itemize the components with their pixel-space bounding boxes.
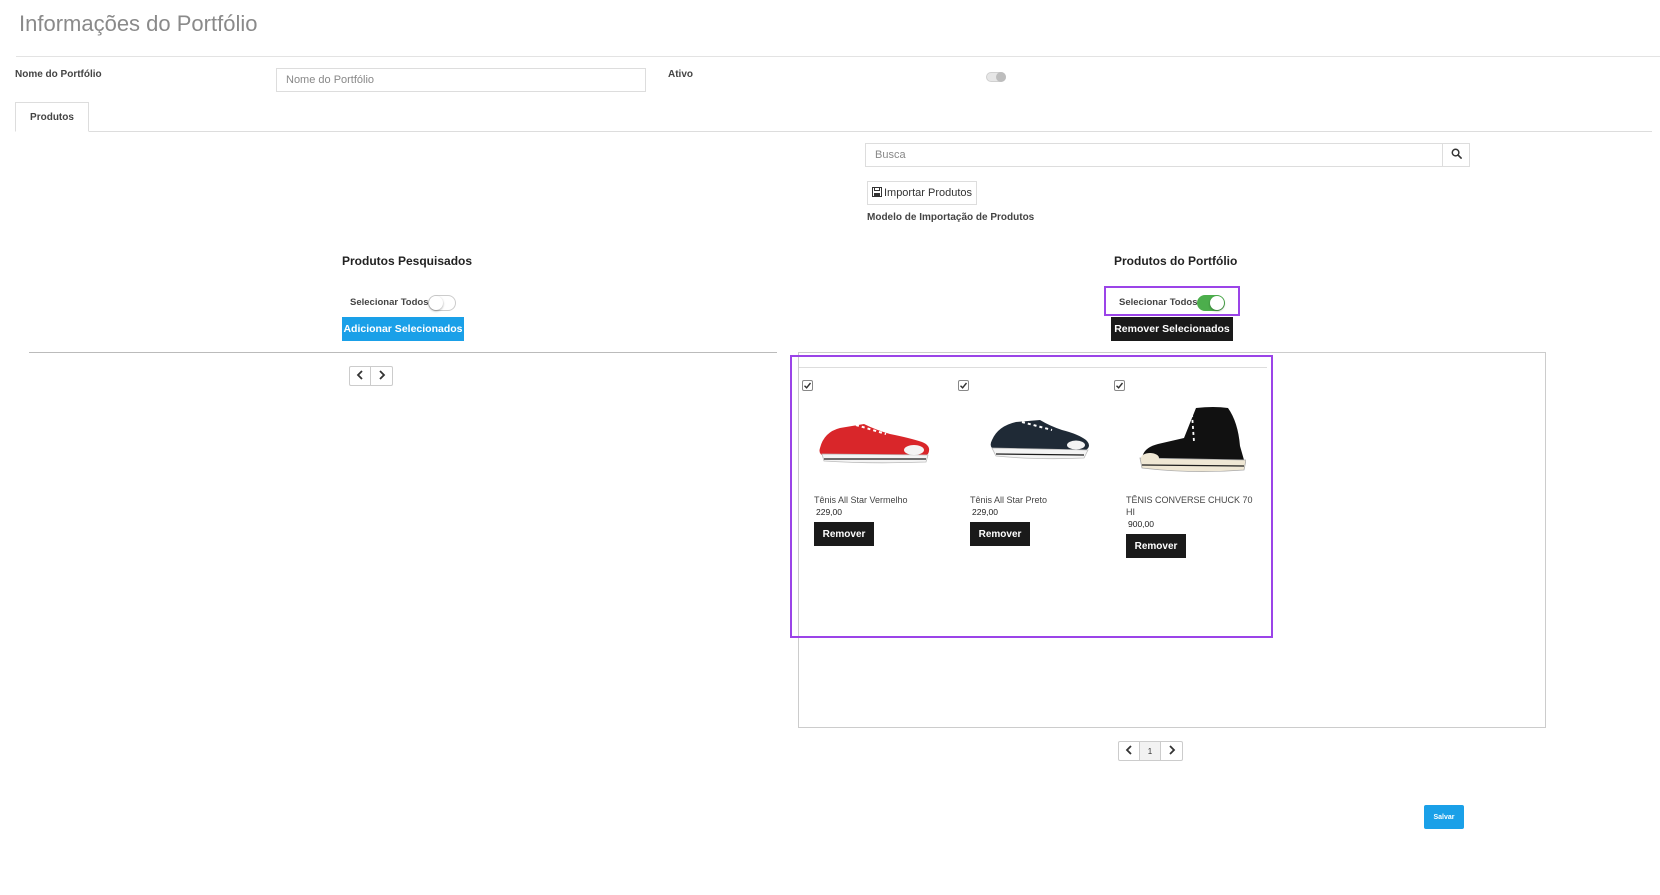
tab-produtos[interactable]: Produtos (15, 102, 89, 132)
prev-page-button[interactable] (1119, 742, 1140, 760)
products-grid-highlight (790, 355, 1273, 638)
toggle-knob (996, 72, 1006, 82)
prev-page-button[interactable] (350, 367, 371, 385)
chevron-left-icon (1125, 745, 1133, 757)
chevron-right-icon (378, 370, 386, 382)
portfolio-select-all-label: Selecionar Todos (1119, 297, 1198, 308)
portfolio-pager: 1 (1118, 741, 1183, 761)
chevron-right-icon (1168, 745, 1176, 757)
portfolio-products-title: Produtos do Portfólio (1114, 254, 1238, 268)
active-label: Ativo (668, 69, 693, 80)
next-page-button[interactable] (1161, 742, 1182, 760)
add-selected-button[interactable]: Adicionar Selecionados (342, 317, 464, 341)
toggle-knob (429, 296, 443, 310)
searched-select-all-toggle[interactable] (428, 295, 456, 311)
next-page-button[interactable] (371, 367, 392, 385)
import-products-label: Importar Produtos (883, 187, 973, 199)
search-bar (865, 143, 1470, 167)
toggle-knob (1210, 296, 1224, 310)
search-input[interactable] (866, 144, 1443, 166)
page-number-button[interactable]: 1 (1140, 742, 1161, 760)
save-file-icon (871, 186, 882, 200)
chevron-left-icon (356, 370, 364, 382)
searched-products-title: Produtos Pesquisados (342, 254, 473, 268)
searched-divider (29, 352, 777, 353)
title-divider (16, 56, 1660, 57)
search-icon (1451, 146, 1462, 164)
searched-select-all-label: Selecionar Todos (350, 297, 429, 308)
portfolio-name-input[interactable] (276, 68, 646, 92)
portfolio-name-label: Nome do Portfólio (15, 69, 102, 80)
active-toggle[interactable] (986, 72, 1006, 82)
tab-divider (15, 131, 1652, 132)
page-title: Informações do Portfólio (19, 11, 258, 36)
remove-selected-button[interactable]: Remover Selecionados (1111, 317, 1233, 341)
portfolio-select-all-toggle[interactable] (1197, 295, 1225, 311)
save-button[interactable]: Salvar (1424, 805, 1464, 829)
import-products-button[interactable]: Importar Produtos (867, 181, 977, 205)
search-button[interactable] (1442, 144, 1469, 166)
searched-pager (349, 366, 393, 386)
import-template-link[interactable]: Modelo de Importação de Produtos (867, 212, 1034, 223)
